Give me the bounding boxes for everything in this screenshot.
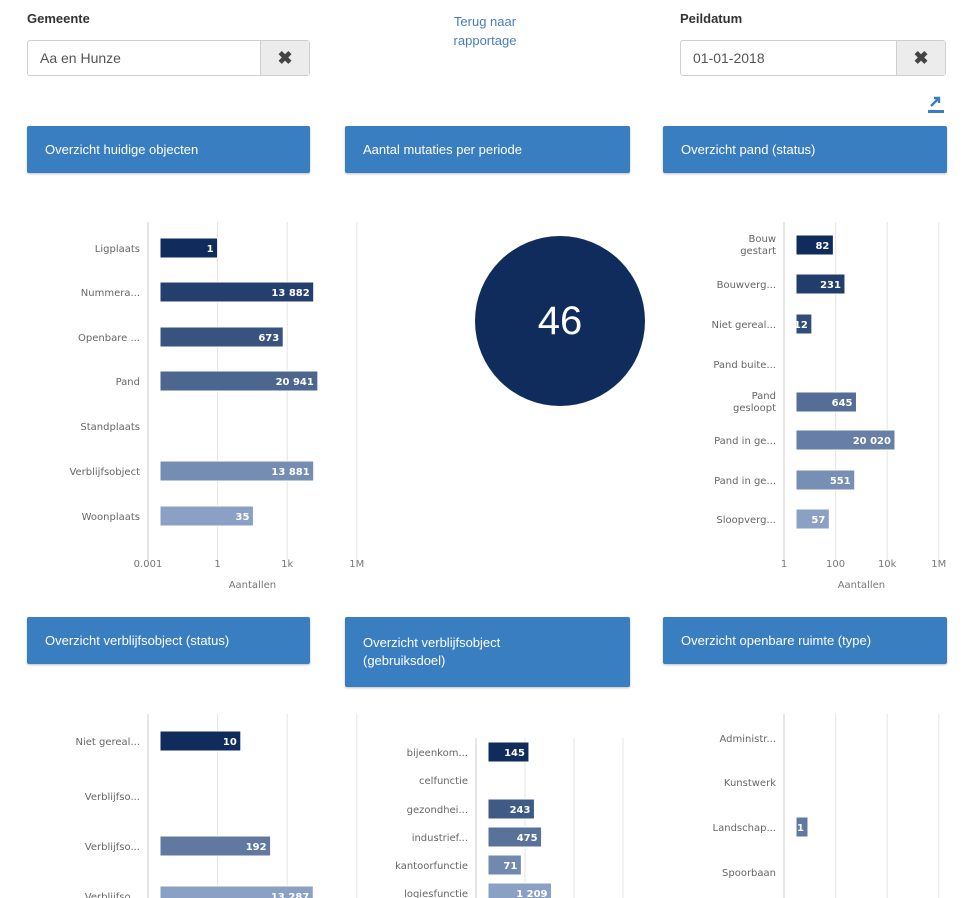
x-tick-label: 10k (878, 559, 897, 570)
category-label: Openbare ... (78, 333, 140, 344)
category-label: gezondhei... (407, 805, 468, 816)
x-tick-label: 1M (349, 559, 364, 570)
bar-value-label: 20 020 (853, 436, 891, 447)
category-label: Ligplaats (95, 244, 140, 255)
category-label: Pand (752, 391, 776, 402)
x-tick-label: 1M (931, 559, 946, 570)
category-label: Administr... (719, 734, 776, 745)
bar-value-label: 82 (815, 241, 829, 252)
bar-value-label: 1 209 (516, 889, 547, 898)
category-label: Verblijfso... (85, 892, 140, 898)
bar-value-label: 1 (207, 244, 214, 255)
chart-huidige-objecten: 0.001 1 1k 1M Aantallen Ligplaats 1 Nummera... 1… (69, 222, 946, 898)
category-label: gesloopt (733, 403, 776, 414)
category-label: bijeenkom... (407, 748, 468, 759)
bar-value-label: 243 (510, 805, 531, 816)
category-label: Nummera... (81, 288, 140, 299)
bar-value-label: 13 287 (271, 892, 309, 898)
category-label: Bouwverg... (717, 280, 776, 291)
category-label: Spoorbaan (722, 868, 776, 879)
bar-value-label: 1 (797, 823, 804, 834)
category-label: Kunstwerk (724, 778, 776, 789)
bar-value-label: 20 941 (276, 377, 314, 388)
category-label: Pand buite... (713, 360, 776, 371)
bar-value-label: 192 (246, 842, 267, 853)
category-label: celfunctie (419, 776, 468, 787)
category-label: Verblijfso... (85, 842, 140, 853)
x-tick-label: 100 (826, 559, 845, 570)
bar-value-label: 13 882 (271, 288, 309, 299)
category-label: Verblijfsobject (69, 467, 140, 478)
x-tick-label: 1k (281, 559, 293, 570)
bar-value-label: 71 (503, 861, 517, 872)
category-label: Pand (116, 377, 140, 388)
bar-value-label: 231 (820, 280, 841, 291)
bar-value-label: 10 (223, 737, 237, 748)
category-label: Verblijfso... (85, 792, 140, 803)
category-label: industrief... (412, 833, 468, 844)
bar-value-label: 551 (830, 476, 851, 487)
category-label: kantoorfunctie (395, 861, 468, 872)
category-label: Sloopverg... (716, 515, 776, 526)
category-label: Woonplaats (82, 512, 140, 523)
category-label: Niet gereal... (76, 737, 141, 748)
category-label: Niet gereal... (712, 320, 777, 331)
category-label: Bouw (749, 234, 777, 245)
category-label: gestart (740, 246, 776, 257)
category-label: Landschap... (713, 823, 776, 834)
category-label: Pand in ge... (714, 476, 776, 487)
bar-value-label: 645 (832, 398, 853, 409)
x-tick-label: 1 (781, 559, 787, 570)
category-label: Standplaats (80, 422, 140, 433)
x-axis-label: Aantallen (229, 580, 276, 591)
bar-value-label: 673 (258, 333, 279, 344)
bar-value-label: 57 (811, 515, 825, 526)
x-tick-label: 1 (214, 559, 220, 570)
x-axis-label: Aantallen (838, 580, 885, 591)
category-label: logiesfunctie (404, 889, 468, 898)
category-label: Pand in ge... (714, 436, 776, 447)
bar-value-label: 145 (504, 748, 525, 759)
bar-value-label: 475 (517, 833, 538, 844)
bar-value-label: 13 881 (271, 467, 309, 478)
bar-value-label: 12 (794, 320, 808, 331)
bar-value-label: 35 (236, 512, 250, 523)
x-tick-label: 0.001 (134, 559, 163, 570)
